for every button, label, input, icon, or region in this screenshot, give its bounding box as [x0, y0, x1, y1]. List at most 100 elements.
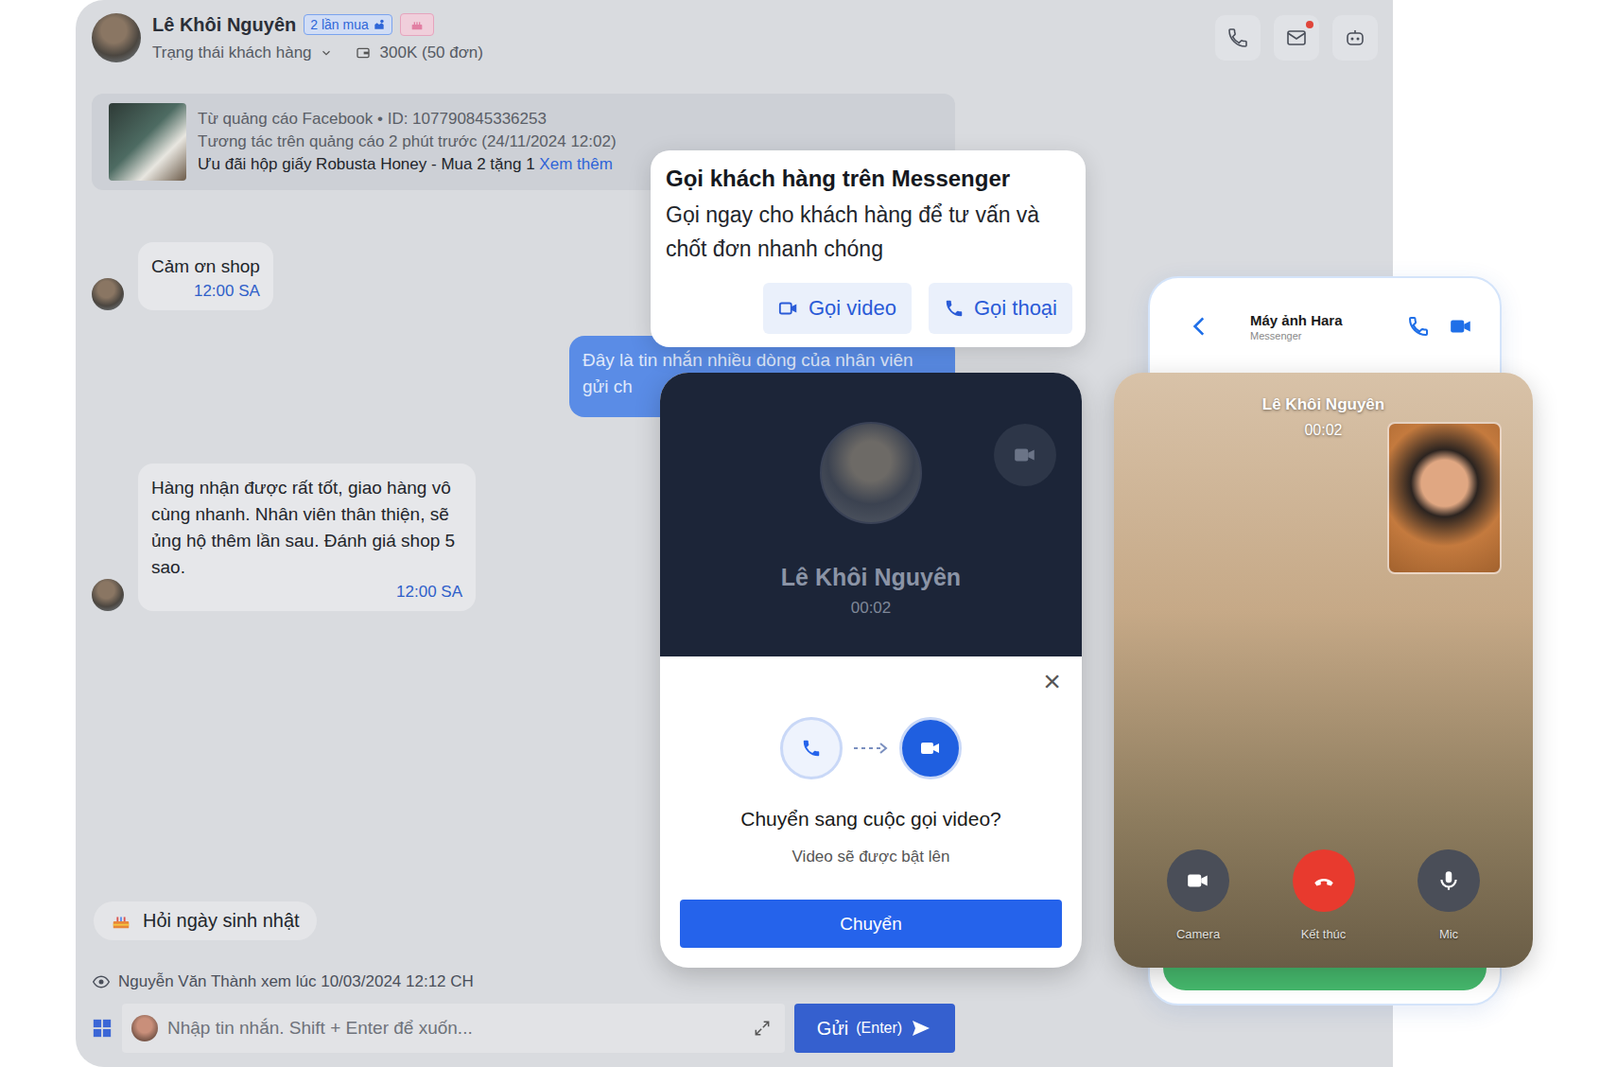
- expand-icon[interactable]: [752, 1018, 772, 1038]
- message-time: 12:00 SA: [151, 281, 261, 301]
- message-input[interactable]: Nhập tin nhắn. Shift + Enter để xuốn...: [121, 1003, 785, 1053]
- send-label: Gửi: [817, 1017, 849, 1040]
- contact-info: Máy ảnh HaraMessenger: [1250, 312, 1391, 342]
- call-control-button[interactable]: [1166, 849, 1230, 912]
- call-control-label: Camera: [1176, 926, 1220, 941]
- close-button[interactable]: ×: [1043, 665, 1061, 696]
- message-time: 12:00 SA: [151, 582, 463, 602]
- birthday-badge: [400, 13, 435, 36]
- seen-text: Nguyễn Văn Thành xem lúc 10/03/2024 12:1…: [118, 972, 474, 992]
- header-actions: [1215, 15, 1378, 61]
- contact-platform: Messenger: [1250, 330, 1391, 342]
- hang-up-icon: [1311, 868, 1337, 893]
- video-camera-icon[interactable]: [1448, 313, 1474, 339]
- call-control: Kết thúc: [1292, 849, 1356, 941]
- microphone-icon: [1436, 868, 1461, 893]
- self-view[interactable]: [1387, 421, 1502, 574]
- dashed-arrow-icon: [852, 741, 890, 755]
- call-header: Lê Khôi Nguyên 00:02: [660, 372, 1082, 657]
- ad-text: Từ quảng cáo Facebook • ID: 107790845336…: [197, 109, 617, 174]
- send-hint: (Enter): [855, 1019, 903, 1037]
- page: Lê Khôi Nguyên 2 lần mua Trạng thái khách …: [0, 0, 1600, 1067]
- call-option-button[interactable]: Gọi video: [763, 282, 912, 334]
- phone-icon[interactable]: [1407, 314, 1430, 338]
- call-tooltip-buttons: Gọi video Gọi thoại: [665, 282, 1073, 334]
- switch-button[interactable]: Chuyển: [679, 899, 1062, 948]
- call-option-button[interactable]: Gọi thoại: [928, 282, 1073, 334]
- call-controls: Camera Kết thúc Mic: [1113, 849, 1533, 941]
- customer-name-row: Lê Khôi Nguyên 2 lần mua: [152, 13, 484, 36]
- bot-button[interactable]: [1332, 15, 1378, 61]
- customer-name: Lê Khôi Nguyên: [152, 14, 296, 36]
- video-caller-name: Lê Khôi Nguyên: [1262, 395, 1385, 415]
- voice-circle: [780, 716, 843, 780]
- switch-illustration: [780, 716, 962, 780]
- unread-dot: [1305, 20, 1314, 29]
- call-window: Lê Khôi Nguyên 00:02 × Chuyển sang cuộc gọi…: [660, 372, 1082, 968]
- purchase-count: 2 lần mua: [310, 17, 368, 33]
- message-bubble: Hàng nhận được rất tốt, giao hàng vô cùn…: [138, 463, 476, 611]
- video-circle: [899, 716, 962, 780]
- video-camera-icon: [778, 297, 800, 319]
- customer-spend: 300K (50 đơn): [380, 43, 484, 63]
- video-camera-icon: [919, 736, 942, 760]
- chat-header: Lê Khôi Nguyên 2 lần mua Trạng thái khách …: [75, 0, 1393, 76]
- quick-reply-chip[interactable]: Hỏi ngày sinh nhật: [93, 901, 317, 940]
- back-icon[interactable]: [1187, 313, 1213, 339]
- messenger-header: Máy ảnh HaraMessenger: [1149, 278, 1500, 375]
- sender-avatar: [91, 578, 124, 611]
- video-call-screen: Lê Khôi Nguyên00:02CameraKết thúcMic: [1113, 372, 1533, 968]
- call-control: Camera: [1166, 849, 1230, 941]
- call-control-button[interactable]: [1292, 849, 1356, 912]
- phone-icon: [1226, 26, 1250, 50]
- customer-meta-row: Trạng thái khách hàng 300K (50 đơn): [152, 43, 484, 63]
- call-option-label: Gọi video: [808, 295, 897, 321]
- customer-info: Lê Khôi Nguyên 2 lần mua Trạng thái khách …: [152, 13, 484, 63]
- purchase-badge: 2 lần mua: [303, 14, 392, 35]
- camera-toggle[interactable]: [993, 423, 1057, 487]
- cake-icon: [110, 910, 132, 932]
- grid-icon[interactable]: [91, 1017, 113, 1039]
- message-text: Cảm ơn shop: [151, 253, 261, 280]
- call-tooltip: Gọi khách hàng trên Messenger Gọi ngay ch…: [650, 150, 1086, 348]
- seen-status: Nguyễn Văn Thành xem lúc 10/03/2024 12:1…: [91, 972, 956, 992]
- switch-subtitle: Video sẽ được bật lên: [792, 847, 951, 867]
- call-tooltip-title: Gọi khách hàng trên Messenger: [665, 165, 1073, 192]
- contact-name: Máy ảnh Hara: [1250, 312, 1391, 329]
- ad-more-link[interactable]: Xem thêm: [539, 155, 612, 174]
- eye-icon: [91, 972, 111, 992]
- call-option-label: Gọi thoại: [973, 295, 1058, 321]
- ad-source: Từ quảng cáo Facebook • ID: 107790845336…: [197, 109, 617, 129]
- switch-video-dialog: × Chuyển sang cuộc gọi video? Video sẽ đượ…: [660, 656, 1082, 968]
- cake-icon: [409, 17, 425, 33]
- call-control-label: Mic: [1439, 926, 1459, 941]
- quick-reply-label: Hỏi ngày sinh nhật: [142, 909, 300, 932]
- video-camera-icon: [1185, 868, 1211, 893]
- customer-avatar[interactable]: [91, 13, 141, 63]
- chevron-down-icon: [319, 46, 333, 60]
- call-control: Mic: [1417, 849, 1480, 941]
- send-button[interactable]: Gửi (Enter): [794, 1003, 956, 1053]
- call-avatar: [819, 421, 922, 524]
- call-tooltip-description: Gọi ngay cho khách hàng để tư vấn và chố…: [665, 197, 1063, 266]
- switch-title: Chuyển sang cuộc gọi video?: [740, 807, 1002, 831]
- ad-image: [108, 103, 187, 181]
- call-name: Lê Khôi Nguyên: [781, 563, 961, 592]
- message-text: Hàng nhận được rất tốt, giao hàng vô cùn…: [151, 474, 463, 581]
- agent-avatar: [131, 1014, 158, 1042]
- call-duration: 00:02: [851, 598, 892, 618]
- call-control-label: Kết thúc: [1301, 926, 1347, 941]
- phone-icon: [800, 737, 822, 759]
- mail-button[interactable]: [1273, 15, 1320, 61]
- video-camera-icon: [1012, 442, 1038, 468]
- message-input-placeholder: Nhập tin nhắn. Shift + Enter để xuốn...: [167, 1017, 744, 1039]
- composer: Nhập tin nhắn. Shift + Enter để xuốn... G…: [91, 1003, 956, 1053]
- call-control-button[interactable]: [1417, 849, 1480, 912]
- message-bubble: Cảm ơn shop12:00 SA: [138, 242, 274, 311]
- call-button[interactable]: [1215, 15, 1261, 61]
- mail-icon: [1285, 26, 1308, 50]
- bot-icon: [1343, 26, 1367, 50]
- customer-status-dropdown[interactable]: Trạng thái khách hàng: [152, 43, 333, 63]
- phone-icon: [943, 297, 965, 319]
- hand-bag-icon: [372, 17, 386, 32]
